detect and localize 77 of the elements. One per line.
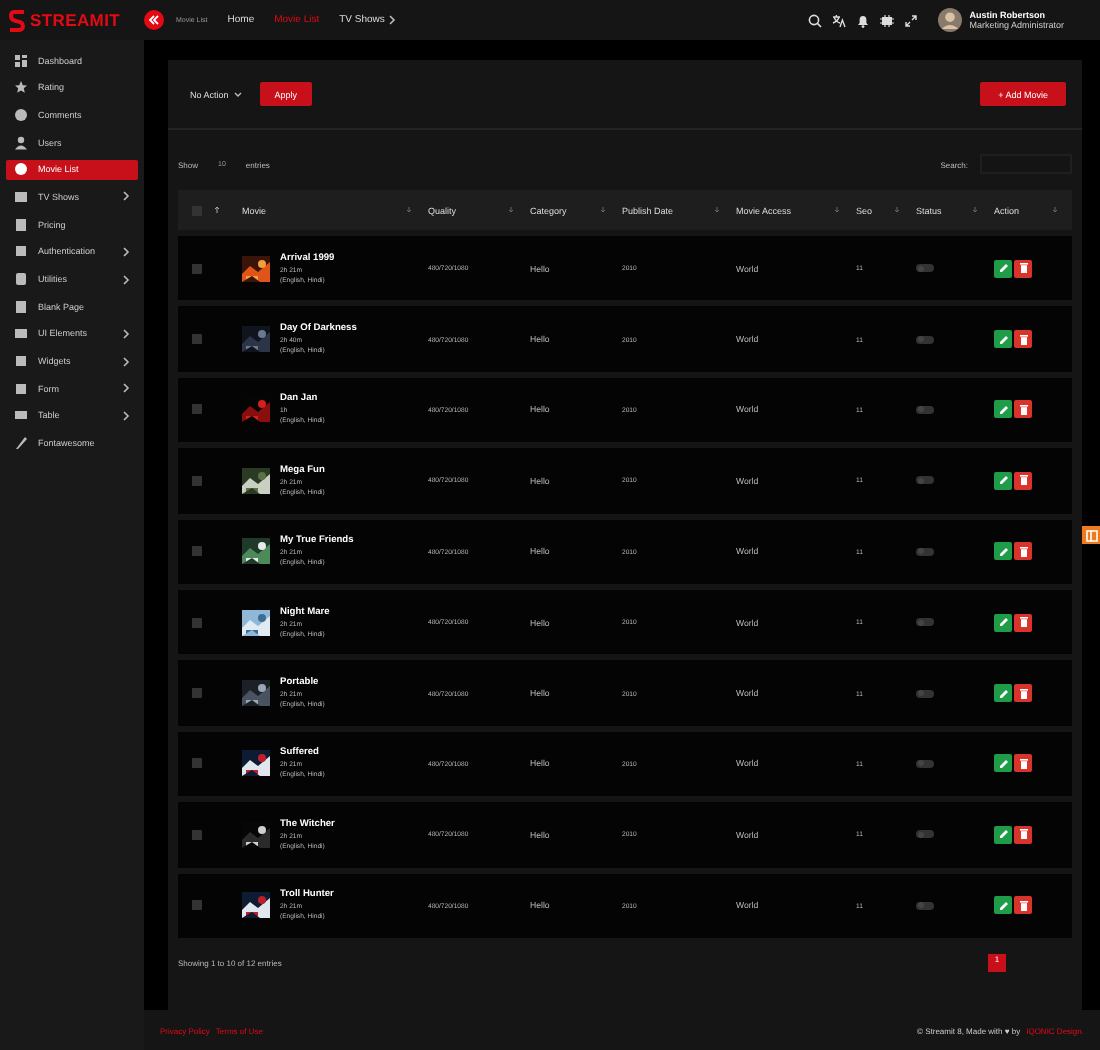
status-toggle[interactable] [916, 830, 934, 839]
pencil-icon [997, 474, 1009, 487]
pencil-icon [997, 545, 1009, 558]
collapse-icon[interactable] [144, 10, 164, 30]
delete-button[interactable] [1014, 754, 1032, 773]
edit-button[interactable] [994, 400, 1012, 419]
trash-icon [1017, 403, 1029, 416]
pencil-icon [997, 333, 1009, 346]
row-checkbox[interactable] [192, 334, 202, 345]
row-checkbox[interactable] [192, 404, 202, 415]
delete-button[interactable] [1014, 259, 1032, 278]
pencil-icon [997, 757, 1009, 770]
row-checkbox[interactable] [192, 688, 202, 699]
menu-icon [14, 80, 28, 95]
pencil-icon [997, 899, 1009, 912]
menu-icon [14, 53, 28, 67]
row-checkbox[interactable] [192, 475, 202, 486]
status-toggle[interactable] [916, 689, 934, 698]
trash-icon [1017, 828, 1029, 841]
settings-tab[interactable] [1082, 526, 1100, 544]
status-toggle[interactable] [916, 759, 934, 768]
status-toggle[interactable] [916, 901, 934, 910]
row-checkbox[interactable] [192, 900, 202, 911]
status-toggle[interactable] [916, 618, 934, 627]
logo: STREAMIT [30, 10, 121, 30]
status-toggle[interactable] [916, 335, 934, 344]
row-checkbox[interactable] [192, 758, 202, 769]
trash-icon [1017, 474, 1029, 487]
edit-button[interactable] [994, 825, 1012, 844]
trash-icon [1017, 687, 1029, 700]
sort-icon[interactable] [214, 206, 220, 214]
menu-icon [14, 107, 28, 122]
row-checkbox[interactable] [192, 829, 202, 840]
menu-icon [14, 135, 28, 150]
fullscreen-icon[interactable] [903, 13, 918, 27]
trash-icon [1017, 899, 1029, 912]
delete-button[interactable] [1014, 613, 1032, 632]
avatar[interactable] [937, 8, 962, 32]
chip-icon[interactable] [879, 13, 894, 27]
row-checkbox[interactable] [192, 546, 202, 557]
status-toggle[interactable] [916, 547, 934, 556]
edit-button[interactable] [994, 684, 1012, 703]
translate-icon[interactable] [831, 13, 846, 27]
delete-button[interactable] [1014, 896, 1032, 915]
pencil-icon [997, 687, 1009, 700]
delete-button[interactable] [1014, 400, 1032, 419]
status-toggle[interactable] [916, 264, 934, 273]
edit-button[interactable] [994, 613, 1012, 632]
delete-button[interactable] [1014, 542, 1032, 561]
trash-icon [1017, 333, 1029, 346]
trash-icon [1017, 262, 1029, 275]
trash-icon [1017, 545, 1029, 558]
edit-button[interactable] [994, 754, 1012, 773]
delete-button[interactable] [1014, 684, 1032, 703]
status-toggle[interactable] [916, 405, 934, 414]
pencil-icon [997, 403, 1009, 416]
delete-button[interactable] [1014, 825, 1032, 844]
pencil-icon [997, 828, 1009, 841]
delete-button[interactable] [1014, 471, 1032, 490]
row-checkbox[interactable] [192, 263, 202, 274]
edit-button[interactable] [994, 542, 1012, 561]
bell-icon[interactable] [855, 13, 870, 27]
logo-icon [8, 7, 26, 33]
edit-button[interactable] [994, 896, 1012, 915]
edit-button[interactable] [994, 471, 1012, 490]
delete-button[interactable] [1014, 330, 1032, 349]
caret-icon [234, 91, 243, 97]
status-toggle[interactable] [916, 476, 934, 485]
trash-icon [1017, 757, 1029, 770]
panel-icon [1085, 529, 1097, 541]
pencil-icon [997, 616, 1009, 629]
trash-icon [1017, 616, 1029, 629]
search-icon[interactable] [807, 13, 822, 27]
pencil-icon [997, 262, 1009, 275]
row-checkbox[interactable] [192, 617, 202, 628]
edit-button[interactable] [994, 259, 1012, 278]
edit-button[interactable] [994, 330, 1012, 349]
